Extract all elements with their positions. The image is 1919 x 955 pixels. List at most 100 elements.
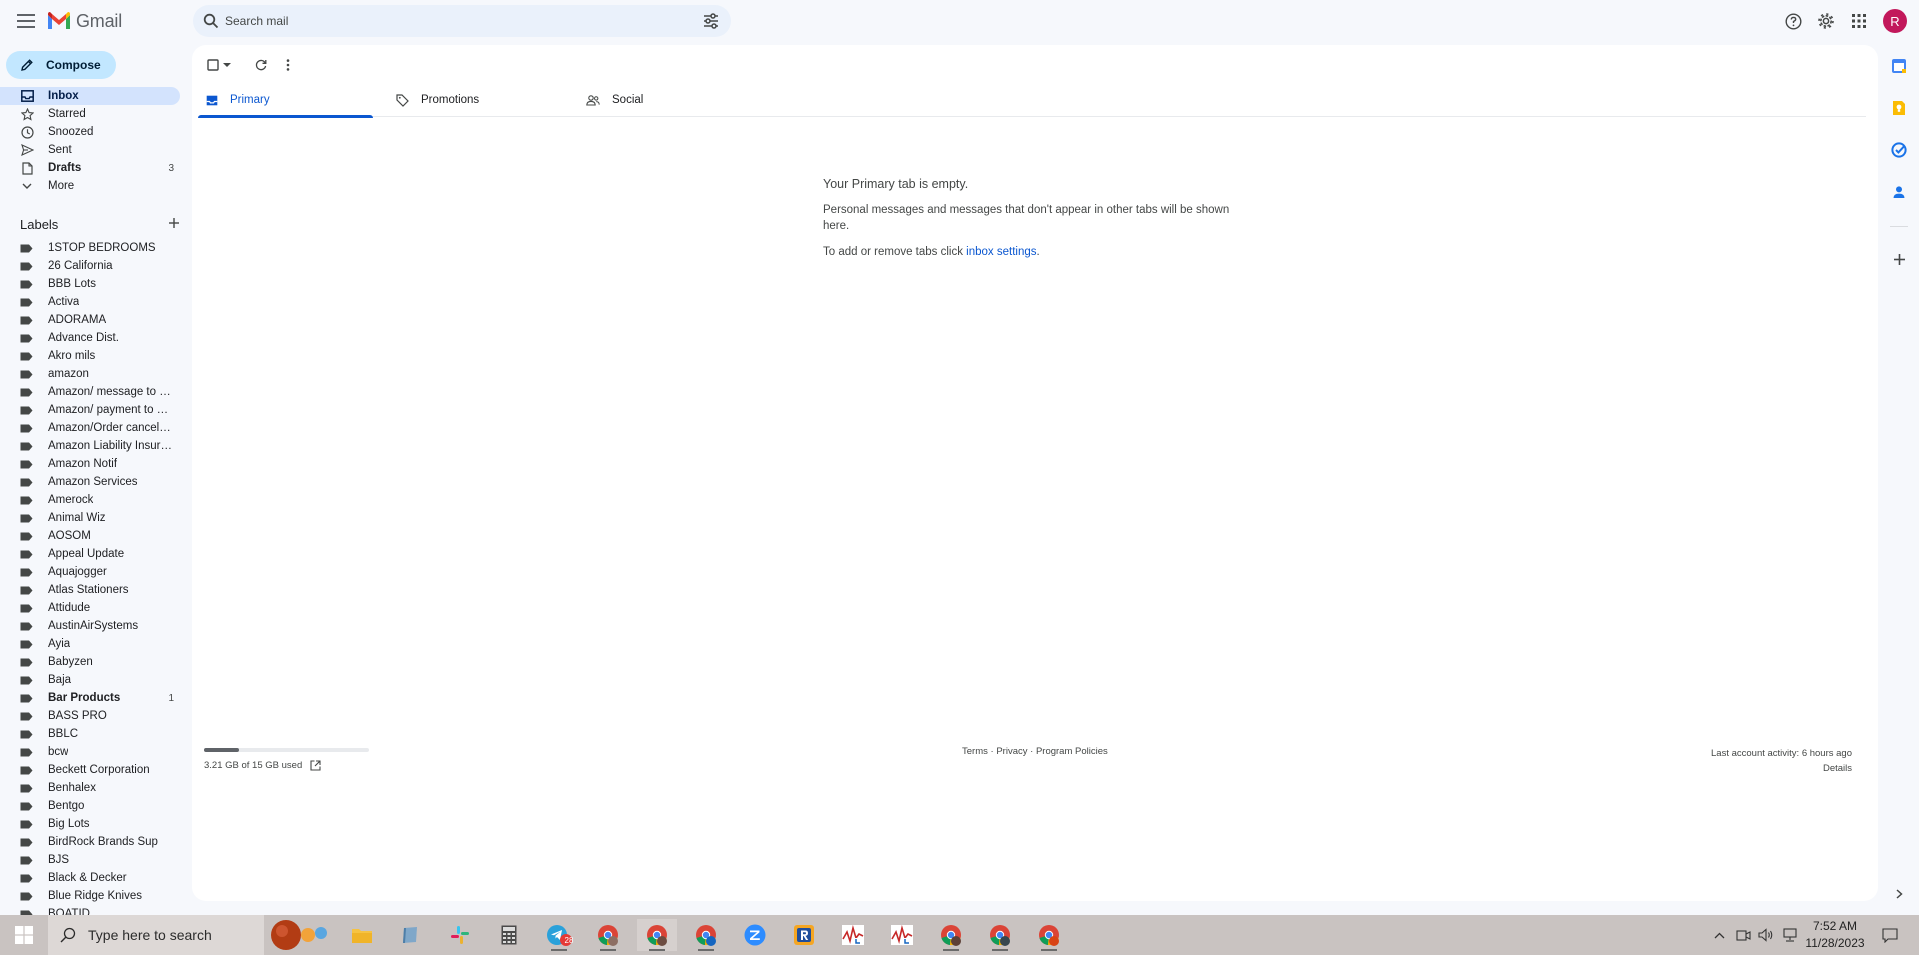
label-item[interactable]: AustinAirSystems [0, 617, 180, 635]
main-menu-button[interactable] [14, 9, 38, 33]
taskbar-chrome-2[interactable] [637, 919, 677, 951]
open-in-new-icon[interactable] [310, 760, 321, 771]
taskbar-slack[interactable] [440, 919, 480, 951]
nav-item-sent[interactable]: Sent [0, 141, 180, 159]
label-item[interactable]: Appeal Update [0, 545, 180, 563]
taskbar-chrome-5[interactable] [980, 919, 1020, 951]
label-item[interactable]: Atlas Stationers [0, 581, 180, 599]
label-item[interactable]: Bentgo [0, 797, 180, 815]
label-item[interactable]: BirdRock Brands Sup [0, 833, 180, 851]
label-item[interactable]: Bar Products 1 [0, 689, 180, 707]
more-actions-button[interactable] [278, 53, 298, 77]
nav-item-starred[interactable]: Starred [0, 105, 180, 123]
label-item[interactable]: Amazon Liability Insura... [0, 437, 180, 455]
label-item[interactable]: Beckett Corporation [0, 761, 180, 779]
label-item[interactable]: AOSOM [0, 527, 180, 545]
keep-app-button[interactable] [1889, 98, 1909, 118]
nav-item-drafts[interactable]: Drafts 3 [0, 159, 180, 177]
label-item[interactable]: BJS [0, 851, 180, 869]
taskbar-chart-app-1[interactable] [833, 919, 873, 951]
tab-promotions[interactable]: Promotions [396, 83, 576, 117]
inbox-settings-link[interactable]: inbox settings [966, 246, 1036, 258]
plus-icon[interactable] [168, 217, 180, 229]
label-item[interactable]: Amerock [0, 491, 180, 509]
contacts-app-button[interactable] [1889, 182, 1909, 202]
label-item[interactable]: BBLC [0, 725, 180, 743]
label-item[interactable]: Blue Ridge Knives [0, 887, 180, 905]
label-item[interactable]: Ayia [0, 635, 180, 653]
label-item[interactable]: Amazon/Order cancella... [0, 419, 180, 437]
refresh-button[interactable] [246, 53, 276, 77]
program-policies-link[interactable]: Program Policies [1036, 746, 1108, 757]
label-item[interactable]: bcw [0, 743, 180, 761]
terms-link[interactable]: Terms [962, 746, 988, 757]
label-item[interactable]: Baja [0, 671, 180, 689]
taskbar-search-input[interactable] [86, 926, 246, 944]
taskbar-zoom[interactable] [735, 919, 775, 951]
label-item[interactable]: Babyzen [0, 653, 180, 671]
system-clock[interactable]: 7:52 AM 11/28/2023 [1793, 918, 1877, 952]
tab-social[interactable]: Social [586, 83, 766, 117]
label-item[interactable]: Amazon/ payment to cli... [0, 401, 180, 419]
taskbar-chart-app-2[interactable] [882, 919, 922, 951]
label-item[interactable]: Aquajogger [0, 563, 180, 581]
privacy-link[interactable]: Privacy [996, 746, 1027, 757]
support-button[interactable] [1781, 9, 1805, 33]
google-apps-button[interactable] [1847, 9, 1871, 33]
nav-item-snoozed[interactable]: Snoozed [0, 123, 180, 141]
label-item[interactable]: Big Lots [0, 815, 180, 833]
tray-meet-now[interactable] [1732, 915, 1754, 955]
label-item[interactable]: Amazon/ message to b... [0, 383, 180, 401]
compose-button[interactable]: Compose [6, 51, 116, 79]
label-item[interactable]: BASS PRO [0, 707, 180, 725]
nav-item-inbox[interactable]: Inbox [0, 87, 180, 105]
settings-button[interactable] [1814, 9, 1838, 33]
account-avatar[interactable]: R [1883, 9, 1907, 33]
nav-item-label: More [48, 180, 75, 192]
notification-center-button[interactable] [1875, 915, 1905, 955]
label-item[interactable]: BBB Lots [0, 275, 180, 293]
label-tag-icon [20, 622, 33, 630]
label-name: BJS [48, 854, 70, 866]
label-item[interactable]: Activa [0, 293, 180, 311]
calendar-app-button[interactable] [1889, 56, 1909, 76]
taskbar-chrome-4[interactable] [931, 919, 971, 951]
taskbar-chrome-1[interactable] [588, 919, 628, 951]
taskbar-telegram[interactable]: 28 [539, 919, 579, 951]
label-item[interactable]: amazon [0, 365, 180, 383]
taskbar-calculator[interactable] [489, 919, 529, 951]
label-item[interactable]: Advance Dist. [0, 329, 180, 347]
taskbar-app-r[interactable] [784, 919, 824, 951]
taskbar-search[interactable] [48, 915, 264, 955]
taskbar-app-book[interactable] [390, 919, 430, 951]
search-bar[interactable] [193, 5, 731, 37]
taskbar-chrome-3[interactable] [686, 919, 726, 951]
get-addons-button[interactable] [1889, 249, 1909, 269]
weather-widget-icon[interactable] [268, 919, 330, 951]
taskbar-chrome-6[interactable] [1029, 919, 1069, 951]
label-item[interactable]: Amazon Notif [0, 455, 180, 473]
label-item[interactable]: Benhalex [0, 779, 180, 797]
tray-volume[interactable] [1756, 915, 1776, 955]
label-item[interactable]: 1STOP BEDROOMS [0, 239, 180, 257]
select-checkbox-button[interactable] [204, 53, 234, 77]
gmail-logo[interactable]: Gmail [47, 10, 122, 32]
show-side-panel-button[interactable] [1889, 884, 1909, 904]
taskbar-file-explorer[interactable] [342, 919, 382, 951]
tasks-app-button[interactable] [1889, 140, 1909, 160]
show-hidden-icons-button[interactable] [1708, 915, 1730, 955]
label-item[interactable]: Akro mils [0, 347, 180, 365]
activity-details-link[interactable]: Details [1711, 761, 1852, 776]
label-item[interactable]: 26 California [0, 257, 180, 275]
tab-primary[interactable]: Primary [198, 83, 373, 118]
search-icon[interactable] [203, 13, 219, 29]
label-item[interactable]: Amazon Services [0, 473, 180, 491]
search-input[interactable] [223, 5, 663, 37]
label-item[interactable]: ADORAMA [0, 311, 180, 329]
label-item[interactable]: Animal Wiz [0, 509, 180, 527]
label-item[interactable]: Attidude [0, 599, 180, 617]
start-button[interactable] [0, 915, 48, 955]
nav-item-more[interactable]: More [0, 177, 180, 195]
search-options-icon[interactable] [703, 13, 719, 29]
label-item[interactable]: Black & Decker [0, 869, 180, 887]
